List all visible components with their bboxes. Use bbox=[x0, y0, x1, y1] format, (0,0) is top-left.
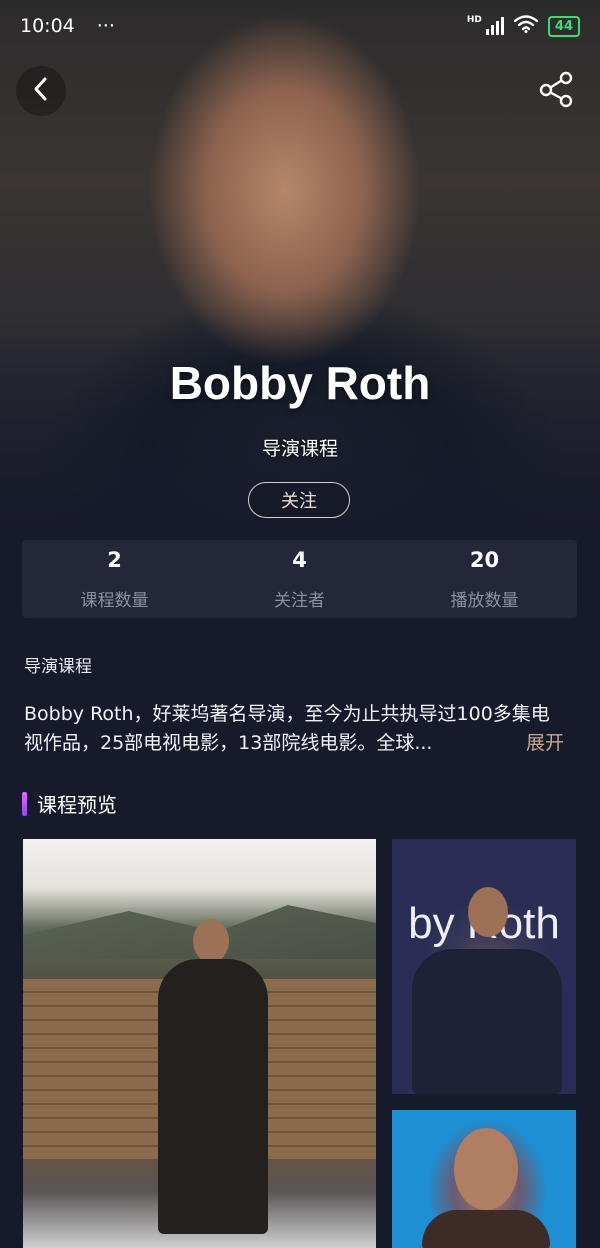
status-bar: 10:04 ··· HD 44 bbox=[0, 0, 600, 52]
person-head bbox=[468, 887, 508, 937]
stat-label: 关注者 bbox=[274, 591, 325, 611]
stat-value: 4 bbox=[292, 548, 307, 572]
expand-link[interactable]: 展开 bbox=[526, 729, 564, 758]
signal-icon bbox=[485, 17, 504, 35]
person-silhouette bbox=[158, 959, 268, 1234]
hd-label: HD bbox=[466, 15, 482, 25]
status-dots: ··· bbox=[96, 15, 115, 37]
share-icon bbox=[538, 70, 576, 112]
person-head bbox=[454, 1128, 518, 1210]
back-button[interactable] bbox=[16, 66, 66, 116]
wifi-icon bbox=[513, 15, 539, 37]
stat-plays: 20 播放数量 bbox=[392, 540, 577, 618]
person-head bbox=[193, 919, 229, 963]
stat-label: 课程数量 bbox=[80, 591, 149, 611]
status-right: HD 44 bbox=[467, 15, 580, 37]
status-time: 10:04 bbox=[20, 15, 75, 37]
back-arrow-icon bbox=[30, 76, 52, 106]
stat-courses: 2 课程数量 bbox=[22, 540, 207, 618]
status-left: 10:04 ··· bbox=[20, 15, 115, 37]
intro-section-label: 导演课程 bbox=[24, 657, 92, 677]
battery-icon: 44 bbox=[547, 15, 580, 37]
stat-label: 播放数量 bbox=[450, 591, 519, 611]
stat-value: 2 bbox=[107, 548, 122, 572]
director-description: Bobby Roth，好莱坞著名导演，至今为止共执导过100多集电视作品，25部… bbox=[24, 700, 564, 758]
stats-card: 2 课程数量 4 关注者 20 播放数量 bbox=[22, 540, 577, 618]
preview-title: 课程预览 bbox=[37, 793, 117, 817]
preview-header: 课程预览 bbox=[22, 789, 117, 818]
stat-followers: 4 关注者 bbox=[207, 540, 392, 618]
section-accent-bar bbox=[22, 791, 27, 816]
person-silhouette bbox=[412, 949, 562, 1094]
description-text: Bobby Roth，好莱坞著名导演，至今为止共执导过100多集电视作品，25部… bbox=[24, 703, 550, 754]
follow-button[interactable]: 关注 bbox=[248, 482, 350, 518]
stat-value: 20 bbox=[469, 548, 500, 572]
course-preview-thumbnail-3[interactable] bbox=[392, 1110, 576, 1248]
course-preview-thumbnail-2[interactable]: by Roth bbox=[392, 839, 576, 1094]
course-preview-thumbnail-1[interactable] bbox=[23, 839, 376, 1248]
director-category: 导演课程 bbox=[261, 438, 338, 460]
share-button[interactable] bbox=[536, 70, 578, 112]
director-name: Bobby Roth bbox=[169, 357, 431, 409]
person-silhouette bbox=[422, 1210, 550, 1248]
